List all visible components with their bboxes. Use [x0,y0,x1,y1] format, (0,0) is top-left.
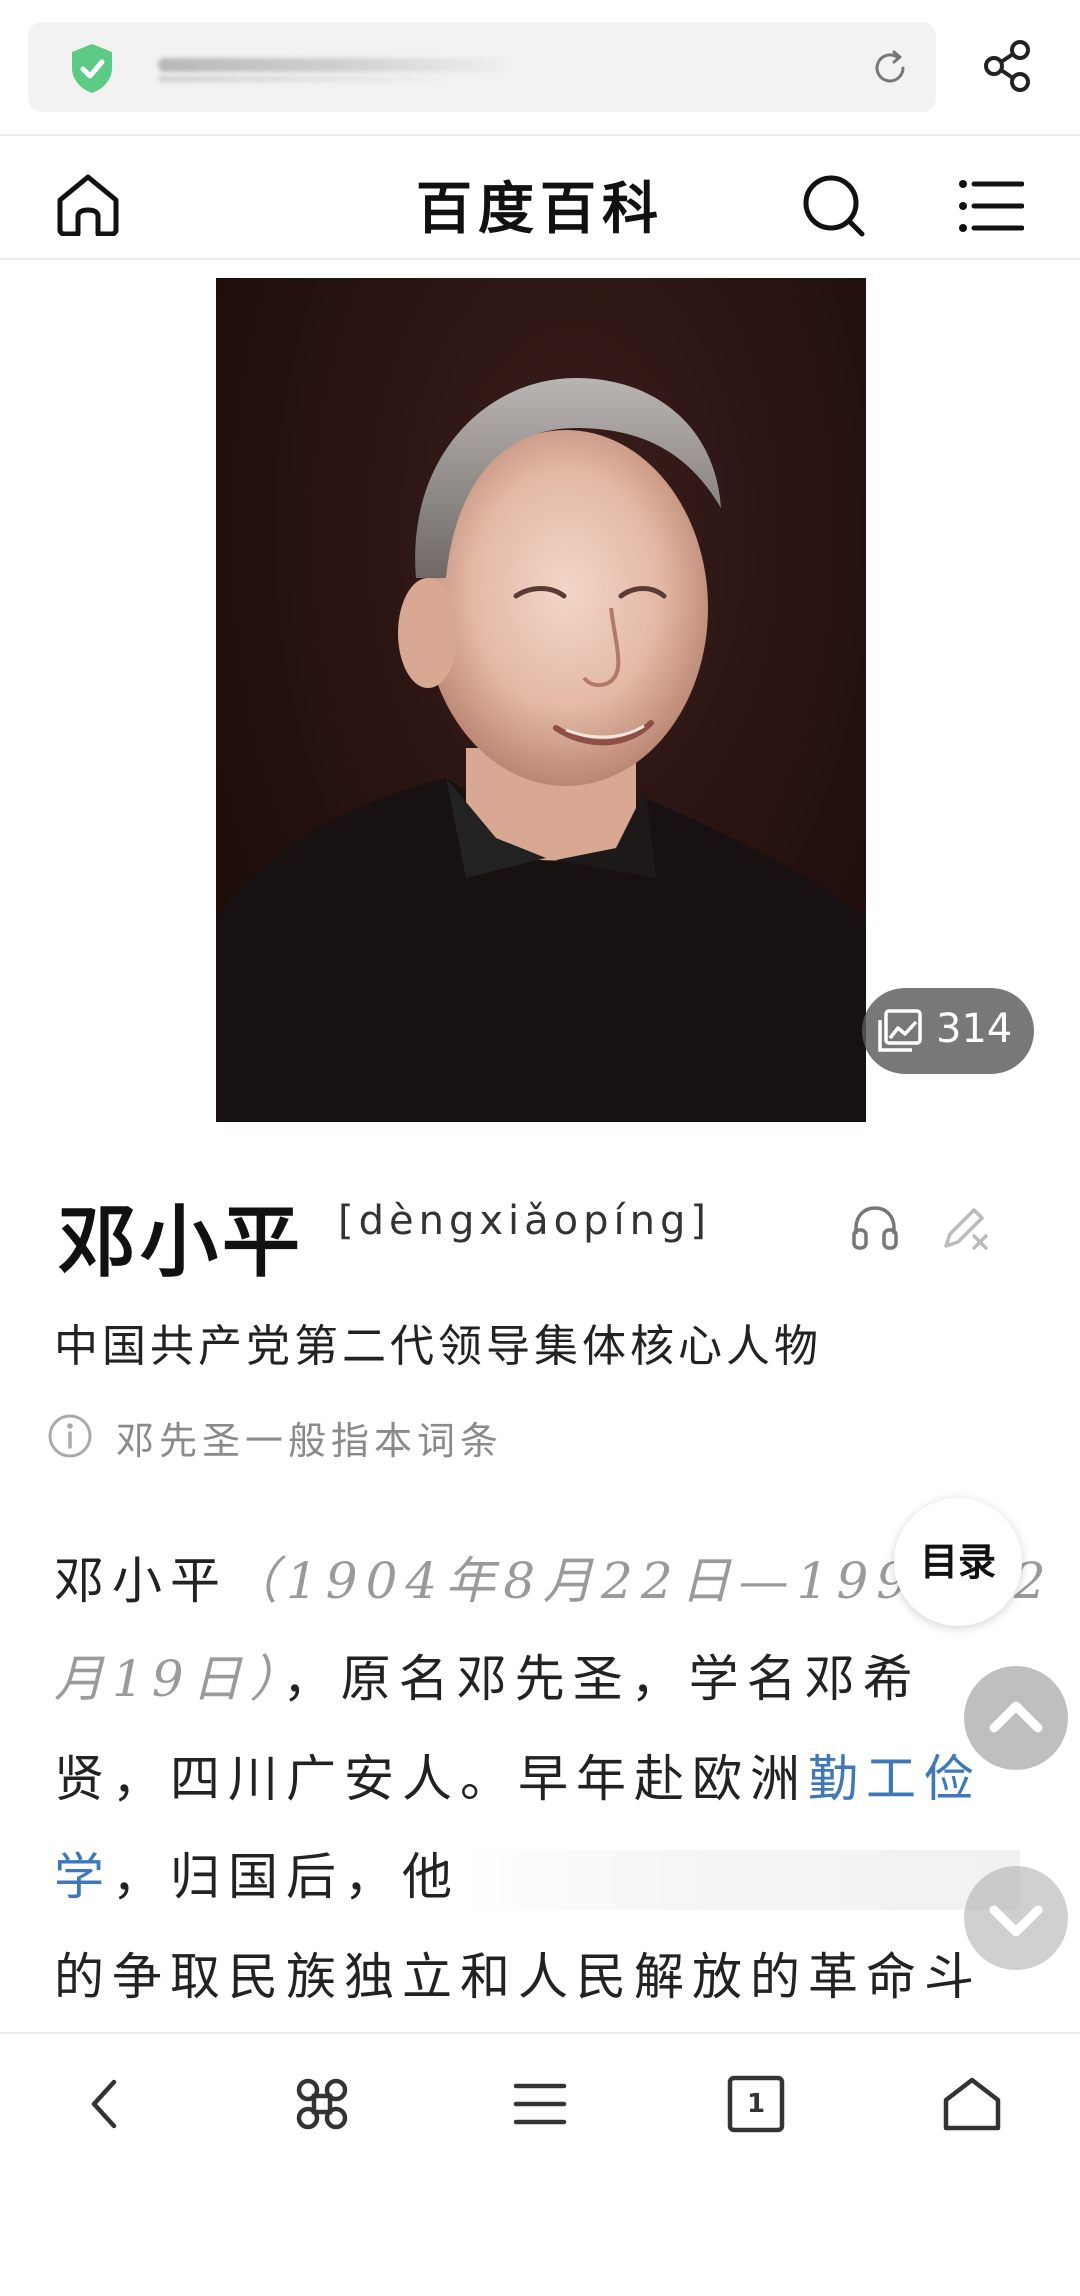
shield-check-icon [72,44,112,93]
table-of-contents-button[interactable]: 目录 [894,1498,1022,1626]
scroll-down-button[interactable] [964,1866,1068,1970]
home-outline-icon[interactable] [940,2072,1004,2136]
paragraph-line-1: 邓小平（1904年8月22日—1997年2 [54,1556,1046,1606]
entry-title: 邓小平 [58,1197,305,1288]
tab-count: 1 [746,2089,766,2119]
paragraph-text: ，归国后，他 [112,1848,460,1906]
work-study-link-end[interactable]: 学 [54,1848,112,1906]
paragraph-line-5: 的争取民族独立和人民解放的革命斗 [54,1948,982,2006]
edit-icon[interactable] [938,1202,990,1254]
headphones-icon[interactable] [850,1202,900,1252]
menu-icon[interactable] [958,178,1024,234]
share-icon[interactable] [980,38,1036,94]
apps-icon[interactable] [290,2072,354,2136]
gallery-count: 314 [936,1006,1013,1052]
disambiguation-note[interactable]: 邓先圣一般指本词条 [116,1410,503,1465]
reload-icon[interactable] [870,48,910,88]
tabs-button[interactable]: 1 [724,2072,788,2136]
entry-subtitle: 中国共产党第二代领导集体核心人物 [54,1321,822,1372]
work-study-link[interactable]: 勤工俭 [808,1750,982,1808]
paragraph-line-2: 月19日），原名邓先圣，学名邓希 [54,1654,1004,1704]
paragraph-text: 贤，四川广安人。早年赴欧洲 [54,1750,808,1808]
chevron-up-icon [989,1701,1043,1733]
entry-portrait-image[interactable] [216,278,866,1122]
search-icon[interactable] [800,172,868,240]
scroll-up-button[interactable] [964,1666,1068,1770]
paragraph-text: ，原名邓先圣，学名邓希 [282,1650,921,1708]
browser-address-bar [0,0,1080,136]
back-arrow-icon[interactable] [76,2072,140,2136]
paragraph-line-3: 贤，四川广安人。早年赴欧洲勤工俭 [54,1754,1004,1804]
chevron-down-icon [989,1905,1043,1937]
site-title[interactable]: 百度百科 [0,164,1080,245]
bottom-safe-area [0,2204,1080,2296]
gallery-count-badge[interactable]: 314 [862,988,1034,1074]
menu-lines-icon[interactable] [508,2072,572,2136]
url-text-blurred-2 [158,76,458,82]
browser-bottom-toolbar: 1 [0,2032,1080,2204]
url-text-blurred [158,58,518,72]
content-fade-overlay [460,1850,1020,1910]
paragraph-dates-end: 月19日） [54,1650,283,1708]
info-icon [48,1414,92,1458]
portrait-illustration [216,378,866,1122]
url-field[interactable] [28,22,936,112]
paragraph-name: 邓小平 [54,1552,228,1610]
gallery-icon [878,1009,922,1052]
site-header: 百度百科 [0,136,1080,260]
entry-pinyin: [dèngxiǎopíng] [338,1198,711,1244]
